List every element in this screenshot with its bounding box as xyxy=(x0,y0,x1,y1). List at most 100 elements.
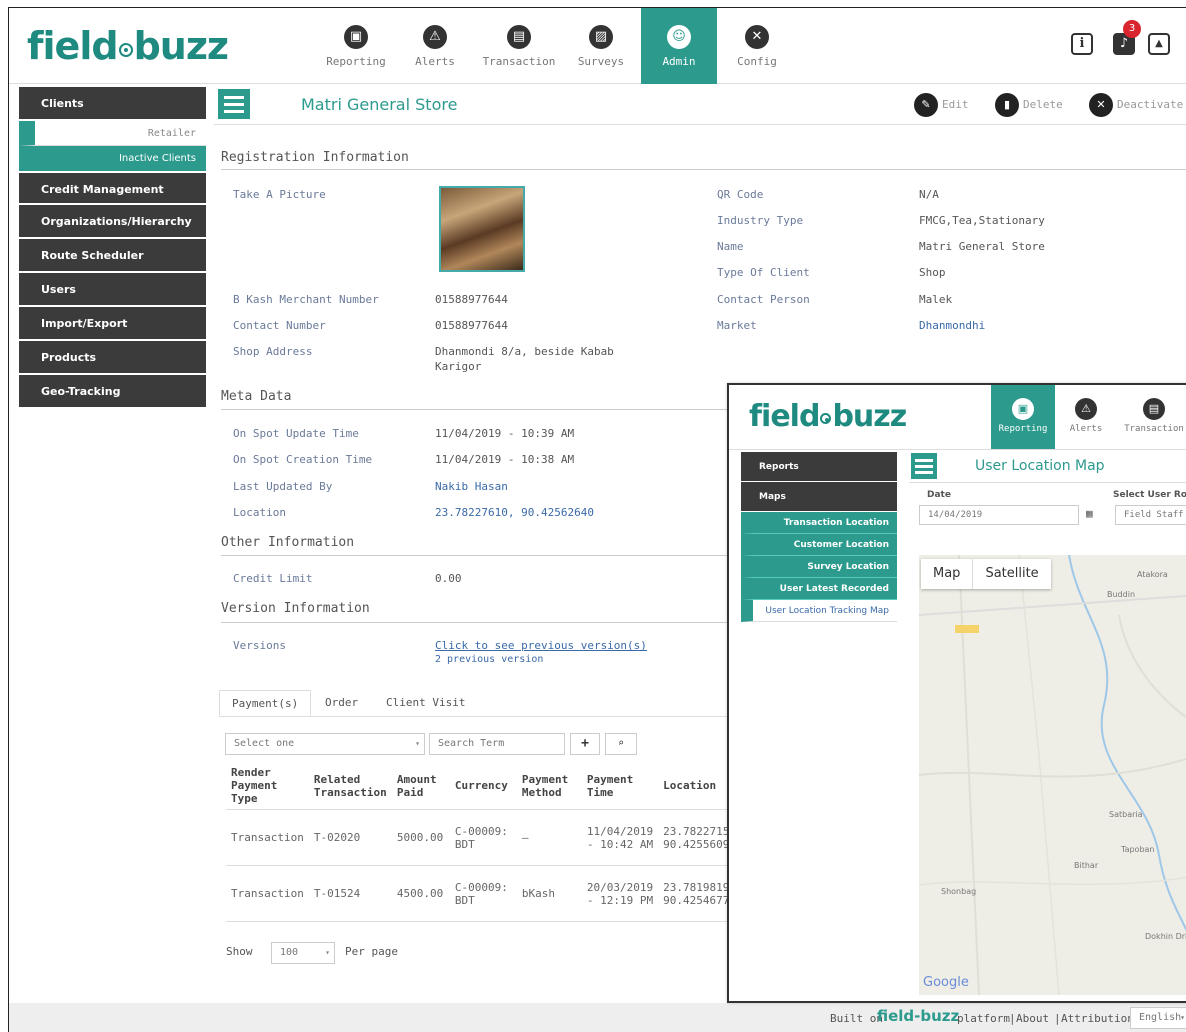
table-row[interactable]: Transaction T-01524 4500.00 C-00009: BDT… xyxy=(226,865,741,922)
sidebar-item-geo-tracking[interactable]: Geo-Tracking xyxy=(19,375,206,409)
title-bar: Matri General Store ✎ Edit ▮ Delete ✕ Deact… xyxy=(214,87,1186,125)
previous-versions-count: 2 previous version xyxy=(435,654,544,665)
nav-transaction[interactable]: ▤ Transaction xyxy=(479,8,559,84)
nav-alerts[interactable]: ⚠ Alerts xyxy=(405,8,465,84)
nav-admin[interactable]: ☺ Admin xyxy=(641,8,717,84)
shop-address-value: Dhanmondi 8/a, beside Kabab xyxy=(435,345,614,358)
transaction-icon: ▤ xyxy=(1143,398,1165,420)
edit-button[interactable]: ✎ Edit xyxy=(914,93,969,117)
overlay-nav-transaction[interactable]: ▤ Transaction xyxy=(1119,385,1186,449)
location-link[interactable]: 23.78227610, 90.42562640 xyxy=(435,506,594,519)
sidebar-item-clients[interactable]: Clients xyxy=(19,87,206,121)
overlay-page-title: User Location Map xyxy=(975,458,1105,474)
date-input[interactable]: 14/04/2019 xyxy=(919,505,1079,525)
survey-icon: ▨ xyxy=(589,25,613,49)
page-size-select[interactable]: 100 ▾ xyxy=(271,942,335,964)
sidebar-item-transaction-location[interactable]: Transaction Location xyxy=(741,512,897,534)
sidebar-item-reports[interactable]: Reports xyxy=(741,452,897,482)
location-map[interactable]: Map Satellite Atakora Buddin Satbaria Tap… xyxy=(919,555,1186,995)
deactivate-button[interactable]: ✕ Deactivate xyxy=(1089,93,1183,117)
type-of-client-value: Shop xyxy=(919,266,946,279)
logo-dot-icon xyxy=(820,413,832,424)
update-time-value: 11/04/2019 - 10:39 AM xyxy=(435,427,575,440)
overlay-nav-reporting[interactable]: ▣ Reporting xyxy=(991,385,1055,449)
sidebar-item-credit-management[interactable]: Credit Management xyxy=(19,171,206,205)
nav-label: Reporting xyxy=(326,55,386,68)
app-window: field buzz ▣ Reporting ⚠ Alerts ▤ Transac… xyxy=(8,7,1186,1032)
attributions-link[interactable]: Attributions xyxy=(1061,1012,1140,1025)
tab-order[interactable]: Order xyxy=(313,690,370,716)
sidebar-item-products[interactable]: Products xyxy=(19,341,206,375)
language-select[interactable]: English ▾ xyxy=(1130,1007,1186,1029)
sidebar-item-retailer[interactable]: Retailer xyxy=(19,121,206,146)
deactivate-x-icon: ✕ xyxy=(1089,93,1113,117)
market-link[interactable]: Dhanmondhi xyxy=(919,319,985,332)
shop-address-value-2: Karigor xyxy=(435,360,482,373)
sidebar-item-organizations[interactable]: Organizations/Hierarchy xyxy=(19,205,206,239)
overlay-sidebar: Reports Maps Transaction Location Custom… xyxy=(741,452,897,622)
nav-reporting[interactable]: ▣ Reporting xyxy=(321,8,391,84)
sidebar-item-import-export[interactable]: Import/Export xyxy=(19,307,206,341)
sidebar-item-inactive-clients[interactable]: Inactive Clients xyxy=(19,146,206,171)
qr-code-value: N/A xyxy=(919,188,939,201)
sidebar-item-survey-location[interactable]: Survey Location xyxy=(741,556,897,578)
nav-label: Transaction xyxy=(1124,424,1184,434)
overlay-nav-alerts[interactable]: ⚠ Alerts xyxy=(1061,385,1111,449)
map-button[interactable]: Map xyxy=(921,559,972,589)
sidebar-item-route-scheduler[interactable]: Route Scheduler xyxy=(19,239,206,273)
contact-person-value: Malek xyxy=(919,293,953,306)
versions-label: Versions xyxy=(233,639,286,652)
nav-label: Admin xyxy=(662,55,696,68)
fieldbuzz-logo[interactable]: field buzz xyxy=(27,24,229,68)
nav-label: Config xyxy=(737,55,777,68)
info-icon[interactable]: i xyxy=(1071,33,1093,55)
delete-trash-icon: ▮ xyxy=(995,93,1019,117)
cell: 11/04/2019 - 10:42 AM xyxy=(581,809,659,866)
update-time-label: On Spot Update Time xyxy=(233,427,359,440)
cell: Transaction xyxy=(226,809,309,866)
footer-logo[interactable]: field-buzz xyxy=(877,1007,959,1025)
transaction-link[interactable]: T-02020 xyxy=(308,809,392,866)
about-link[interactable]: About xyxy=(1016,1012,1049,1025)
user-role-select[interactable]: Field Staff xyxy=(1115,505,1186,525)
sidebar-item-customer-location[interactable]: Customer Location xyxy=(741,534,897,556)
search-icon[interactable]: ⌕ xyxy=(605,733,637,755)
chevron-down-icon: ▾ xyxy=(415,739,420,748)
delete-button[interactable]: ▮ Delete xyxy=(995,93,1063,117)
add-filter-button[interactable]: + xyxy=(570,733,600,755)
map-type-toggle: Map Satellite xyxy=(921,559,1051,589)
take-picture-label: Take A Picture xyxy=(233,188,326,201)
table-row[interactable]: Transaction T-02020 5000.00 C-00009: BDT… xyxy=(226,809,741,866)
previous-versions-link[interactable]: Click to see previous version(s) xyxy=(435,639,647,652)
hamburger-menu-icon[interactable] xyxy=(218,89,250,119)
search-input[interactable]: Search Term xyxy=(429,733,565,755)
sidebar-item-user-tracking-map[interactable]: User Location Tracking Map xyxy=(741,600,897,622)
place-label: Bithar xyxy=(1074,861,1099,870)
column-header: Payment Time xyxy=(581,762,659,810)
shop-photo[interactable] xyxy=(439,186,525,272)
transaction-link[interactable]: T-01524 xyxy=(308,865,392,922)
tab-payments[interactable]: Payment(s) xyxy=(219,690,312,716)
name-value: Matri General Store xyxy=(919,240,1045,253)
calendar-icon[interactable]: ▦ xyxy=(1086,507,1093,520)
alert-icon: ⚠ xyxy=(423,25,447,49)
sidebar-item-maps[interactable]: Maps xyxy=(741,482,897,512)
sidebar-item-user-latest-location[interactable]: User Latest Recorded Location xyxy=(741,578,897,616)
chevron-down-icon: ▾ xyxy=(325,948,330,957)
satellite-button[interactable]: Satellite xyxy=(972,559,1050,589)
overlay-fieldbuzz-logo[interactable]: field buzz xyxy=(749,399,907,434)
cell: 20/03/2019 - 12:19 PM xyxy=(581,865,659,922)
sidebar-item-users[interactable]: Users xyxy=(19,273,206,307)
overlay-hamburger-icon[interactable] xyxy=(911,453,937,479)
footer: Built on field-buzz platform | About | A… xyxy=(9,1003,1186,1032)
section-meta-title: Meta Data xyxy=(221,389,292,404)
user-profile-icon[interactable]: ▲ xyxy=(1148,33,1170,55)
updated-by-link[interactable]: Nakib Hasan xyxy=(435,480,508,493)
credit-limit-label: Credit Limit xyxy=(233,572,313,585)
config-icon: ✕ xyxy=(745,25,769,49)
nav-surveys[interactable]: ▨ Surveys xyxy=(569,8,633,84)
creation-time-value: 11/04/2019 - 10:38 AM xyxy=(435,453,575,466)
nav-config[interactable]: ✕ Config xyxy=(725,8,789,84)
tab-client-visit[interactable]: Client Visit xyxy=(374,690,477,716)
payment-type-select[interactable]: Select one ▾ xyxy=(225,733,425,755)
